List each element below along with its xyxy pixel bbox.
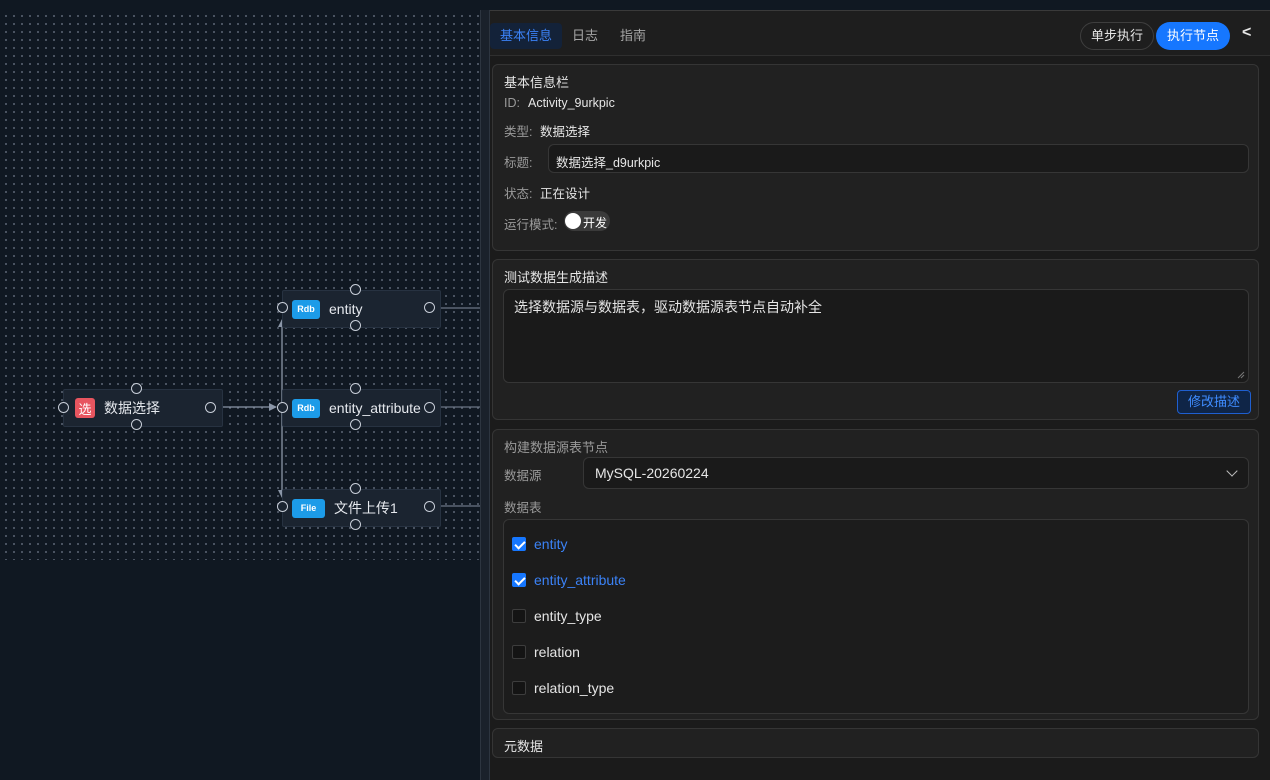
id-value: Activity_9urkpic [528,96,615,110]
basic-info-card: 基本信息栏 ID: Activity_9urkpic 类型: 数据选择 标题: … [492,64,1259,251]
title-label: 标题: [504,156,533,170]
node-label: 数据选择 [104,400,160,416]
checkbox-checked[interactable] [512,537,526,551]
tab-guide[interactable]: 指南 [610,23,656,49]
list-item[interactable]: entity [512,534,567,554]
port-top[interactable] [350,284,361,295]
port-left[interactable] [277,402,288,413]
checkbox-checked[interactable] [512,573,526,587]
node-data-select[interactable]: 选 数据选择 [63,389,223,427]
port-right[interactable] [424,501,435,512]
title-input-value: 数据选择_d9urkpic [556,156,661,170]
node-file-upload[interactable]: File 文件上传1 [282,489,441,527]
run-mode-toggle[interactable]: 开发 [564,211,610,231]
step-run-button[interactable]: 单步执行 [1080,22,1155,50]
table-name: relation_type [534,680,615,696]
datasource-select[interactable]: MySQL-20260224 [583,457,1249,489]
type-label: 类型: [504,125,533,139]
id-label: ID: [504,96,520,110]
status-label: 状态: [504,187,533,201]
type-value: 数据选择 [540,125,591,139]
card-title: 构建数据源表节点 [504,440,609,455]
select-node-icon: 选 [75,398,95,418]
port-bottom[interactable] [350,419,361,430]
test-data-desc-card: 测试数据生成描述 选择数据源与数据表，驱动数据源表节点自动补全 修改描述 [492,259,1259,420]
port-top[interactable] [350,383,361,394]
list-item[interactable]: entity_attribute [512,570,626,590]
description-text: 选择数据源与数据表，驱动数据源表节点自动补全 [514,299,822,315]
port-left[interactable] [58,402,69,413]
flow-canvas[interactable]: 选 数据选择 Rdb entity Rdb entity_attribute F… [0,0,480,780]
port-right[interactable] [424,402,435,413]
chevron-down-icon [1226,465,1238,477]
build-datasource-card: 构建数据源表节点 数据源 MySQL-20260224 数据表 entity e… [492,429,1259,720]
node-label: entity [329,301,363,317]
table-name: relation [534,644,580,660]
title-input[interactable]: 数据选择_d9urkpic [548,144,1249,173]
card-title: 元数据 [504,739,544,754]
run-mode-value: 开发 [583,216,608,230]
port-bottom[interactable] [350,519,361,530]
table-name: entity_attribute [534,572,626,588]
status-value: 正在设计 [540,187,591,201]
card-title: 基本信息栏 [504,75,570,90]
node-label: 文件上传1 [334,500,398,516]
tab-log[interactable]: 日志 [562,23,608,49]
metadata-card[interactable]: 元数据 [492,728,1259,758]
port-left[interactable] [277,501,288,512]
properties-panel: 基本信息 日志 指南 单步执行 执行节点 < 基本信息栏 ID: Activit… [490,10,1270,780]
checkbox-unchecked[interactable] [512,645,526,659]
rdb-badge-icon: Rdb [292,398,320,418]
edit-description-button[interactable]: 修改描述 [1177,390,1252,414]
collapse-panel-icon[interactable]: < [1242,24,1251,42]
node-entity-attribute[interactable]: Rdb entity_attribute [282,389,441,427]
card-title: 测试数据生成描述 [504,270,609,285]
list-item[interactable]: relation [512,642,580,662]
port-bottom[interactable] [131,419,142,430]
list-item[interactable]: relation_type [512,678,614,698]
tab-basic-info[interactable]: 基本信息 [490,23,563,49]
port-top[interactable] [131,383,142,394]
resize-grip-icon [1237,371,1245,379]
datasource-value: MySQL-20260224 [595,465,709,481]
toggle-knob [565,213,581,229]
port-right[interactable] [424,302,435,313]
panel-toolbar: 基本信息 日志 指南 单步执行 执行节点 < [490,10,1270,56]
datasource-label: 数据源 [504,469,542,483]
checkbox-unchecked[interactable] [512,681,526,695]
run-mode-label: 运行模式: [504,218,558,232]
tables-list: entity entity_attribute entity_type rela… [503,519,1249,714]
panel-resize-handle[interactable] [480,10,490,780]
port-top[interactable] [350,483,361,494]
table-name: entity [534,536,568,552]
list-item[interactable]: entity_type [512,606,602,626]
app: 选 数据选择 Rdb entity Rdb entity_attribute F… [0,0,1270,780]
port-bottom[interactable] [350,320,361,331]
node-entity[interactable]: Rdb entity [282,290,441,328]
table-name: entity_type [534,608,602,624]
description-textarea[interactable]: 选择数据源与数据表，驱动数据源表节点自动补全 [503,289,1249,383]
port-left[interactable] [277,302,288,313]
run-node-button[interactable]: 执行节点 [1156,22,1231,50]
node-label: entity_attribute [329,400,421,416]
tables-label: 数据表 [504,501,542,515]
checkbox-unchecked[interactable] [512,609,526,623]
file-badge-icon: File [292,498,325,518]
port-right[interactable] [205,402,216,413]
rdb-badge-icon: Rdb [292,299,320,319]
